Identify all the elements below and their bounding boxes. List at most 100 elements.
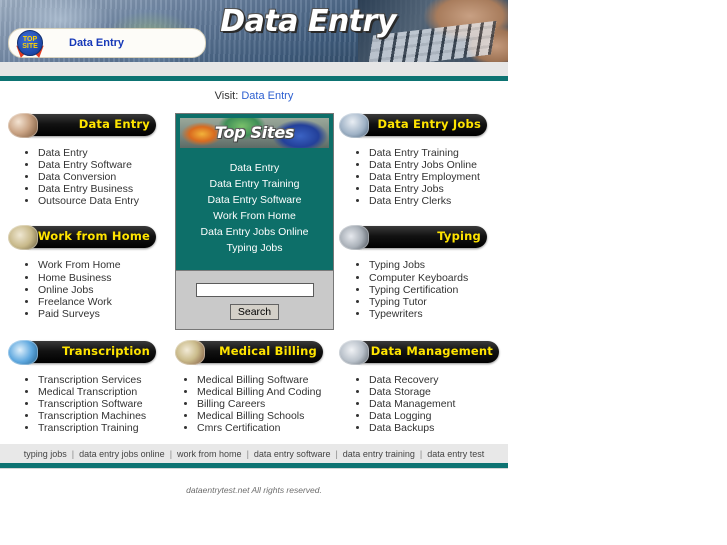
- link-label: Typing Jobs: [369, 259, 426, 272]
- link-label: Transcription Machines: [38, 410, 147, 423]
- list-item[interactable]: Typing Jobs: [369, 259, 504, 271]
- link-label: Paid Surveys: [38, 307, 100, 320]
- list-item[interactable]: Medical Transcription: [38, 386, 173, 398]
- footer-link[interactable]: data entry test: [427, 449, 484, 459]
- section-link-list: Data Entry Training Data Entry Jobs Onli…: [357, 147, 504, 207]
- list-item[interactable]: Outsource Data Entry: [38, 195, 173, 207]
- badge-line-2: SITE: [22, 43, 38, 50]
- list-item[interactable]: Data Storage: [369, 386, 504, 398]
- search-button[interactable]: Search: [229, 304, 280, 320]
- list-item[interactable]: Typewriters: [369, 308, 504, 320]
- list-item[interactable]: Computer Keyboards: [369, 272, 504, 284]
- link-label: Data Recovery: [369, 374, 439, 386]
- link-label: Medical Transcription: [38, 386, 138, 399]
- section-title: Data Entry Jobs: [377, 117, 481, 131]
- list-item[interactable]: Home Business: [38, 272, 173, 284]
- top-sites-header-graphic: Top Sites: [180, 118, 329, 148]
- list-item[interactable]: Online Jobs: [38, 284, 173, 296]
- link-label: Data Management: [369, 398, 456, 411]
- header-gray-strip: [0, 62, 508, 76]
- list-item[interactable]: Data Recovery: [369, 374, 504, 386]
- list-item[interactable]: Data Entry Jobs Online: [369, 159, 504, 171]
- list-item[interactable]: Medical Billing Schools: [197, 410, 337, 422]
- list-item[interactable]: Data Conversion: [38, 171, 173, 183]
- link-label: Data Backups: [369, 422, 435, 435]
- footer-separator: |: [246, 448, 249, 459]
- list-item[interactable]: Work From Home: [38, 259, 173, 271]
- section-link-list: Data Recovery Data Storage Data Manageme…: [357, 374, 504, 434]
- footer-link[interactable]: data entry software: [254, 449, 331, 459]
- link-label: Computer Keyboards: [369, 271, 469, 284]
- link-label: Medical Billing Software: [197, 374, 309, 386]
- link-label: Data Conversion: [38, 171, 117, 184]
- top-sites-box: Top Sites Data Entry Data Entry Training…: [175, 113, 334, 330]
- section-banner: Data Management: [339, 340, 499, 365]
- list-item[interactable]: Medical Billing And Coding: [197, 386, 337, 398]
- list-item[interactable]: Data Management: [369, 398, 504, 410]
- section-work-from-home: Work from Home Work From Home Home Busin…: [8, 225, 173, 320]
- top-sites-link[interactable]: Work From Home: [176, 208, 333, 224]
- top-sites-link[interactable]: Data Entry: [176, 160, 333, 176]
- list-item[interactable]: Typing Certification: [369, 284, 504, 296]
- section-transcription: Transcription Transcription Services Med…: [8, 340, 173, 434]
- search-input[interactable]: [195, 282, 314, 297]
- search-area: Search: [176, 270, 333, 329]
- visit-link[interactable]: Data Entry: [241, 90, 293, 102]
- section-typing: Typing Typing Jobs Computer Keyboards Ty…: [339, 225, 504, 320]
- section-title: Work from Home: [37, 229, 150, 244]
- list-item[interactable]: Data Backups: [369, 422, 504, 434]
- list-item[interactable]: Cmrs Certification: [197, 422, 337, 434]
- section-link-list: Transcription Services Medical Transcrip…: [26, 374, 173, 434]
- list-item[interactable]: Typing Tutor: [369, 296, 504, 308]
- top-sites-link[interactable]: Data Entry Jobs Online: [176, 224, 333, 240]
- link-label: Data Entry Jobs: [369, 183, 444, 196]
- link-label: Data Entry Business: [38, 183, 134, 196]
- main-columns-row-1: Data Entry Data Entry Data Entry Softwar…: [0, 113, 508, 330]
- top-sites-link[interactable]: Typing Jobs: [176, 240, 333, 256]
- list-item[interactable]: Transcription Machines: [38, 410, 173, 422]
- section-link-list: Data Entry Data Entry Software Data Conv…: [26, 147, 173, 207]
- column-right: Data Entry Jobs Data Entry Training Data…: [339, 113, 504, 330]
- site-header-banner: Data Entry TOP SITE Data Entry: [0, 0, 508, 62]
- footer-link[interactable]: typing jobs: [24, 449, 67, 459]
- top-sites-link[interactable]: Data Entry Training: [176, 176, 333, 192]
- footer-link[interactable]: data entry training: [343, 449, 415, 459]
- link-label: Data Logging: [369, 410, 432, 423]
- list-item[interactable]: Data Logging: [369, 410, 504, 422]
- link-label: Freelance Work: [38, 295, 112, 308]
- list-item[interactable]: Data Entry Jobs: [369, 183, 504, 195]
- list-item[interactable]: Data Entry Software: [38, 159, 173, 171]
- page-root: Data Entry TOP SITE Data Entry Visit: Da…: [0, 0, 508, 495]
- footer-separator: |: [71, 448, 75, 459]
- list-item[interactable]: Transcription Services: [38, 374, 173, 386]
- link-label: Data Storage: [369, 386, 431, 399]
- footer-separator: |: [335, 448, 338, 459]
- list-item[interactable]: Data Entry Training: [369, 147, 504, 159]
- list-item[interactable]: Data Entry: [38, 147, 173, 159]
- link-label: Data Entry Software: [38, 159, 132, 172]
- section-banner: Work from Home: [8, 225, 156, 251]
- list-item[interactable]: Billing Careers: [197, 398, 337, 410]
- section-link-list: Medical Billing Software Medical Billing…: [185, 374, 337, 434]
- link-label: Billing Careers: [197, 398, 266, 411]
- section-title: Data Management: [370, 344, 493, 358]
- copyright-text: dataentrytest.net All rights reserved.: [186, 485, 322, 496]
- list-item[interactable]: Transcription Software: [38, 398, 173, 410]
- link-label: Typing Tutor: [369, 295, 427, 308]
- list-item[interactable]: Paid Surveys: [38, 308, 173, 320]
- link-label: Cmrs Certification: [197, 422, 281, 435]
- top-site-badge-icon: TOP SITE: [13, 29, 47, 60]
- list-item[interactable]: Data Entry Business: [38, 183, 173, 195]
- footer-link[interactable]: data entry jobs online: [79, 449, 165, 459]
- link-label: Data Entry Training: [369, 147, 459, 159]
- list-item[interactable]: Medical Billing Software: [197, 374, 337, 386]
- top-sites-link[interactable]: Data Entry Software: [176, 192, 333, 208]
- list-item[interactable]: Transcription Training: [38, 422, 173, 434]
- link-label: Data Entry Clerks: [369, 195, 452, 208]
- link-label: Data Entry Employment: [369, 171, 480, 184]
- list-item[interactable]: Data Entry Clerks: [369, 195, 504, 207]
- site-logo-box[interactable]: TOP SITE Data Entry: [8, 28, 206, 60]
- list-item[interactable]: Data Entry Employment: [369, 171, 504, 183]
- footer-link[interactable]: work from home: [177, 449, 242, 459]
- list-item[interactable]: Freelance Work: [38, 296, 173, 308]
